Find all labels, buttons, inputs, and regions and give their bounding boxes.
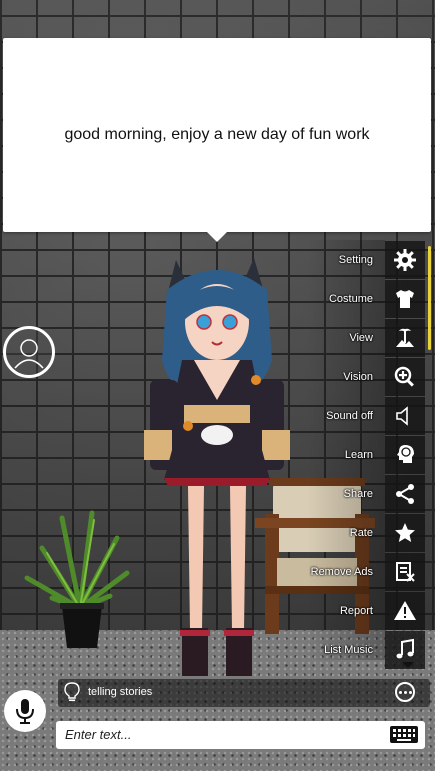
menu-label: Remove Ads <box>310 565 373 578</box>
dot <box>408 690 412 694</box>
menu-item-setting[interactable]: Setting <box>307 240 425 279</box>
menu-item-costume[interactable]: Costume <box>307 279 425 318</box>
menu-scroll-down-icon[interactable] <box>402 662 414 668</box>
menu-label: Sound off <box>326 409 373 422</box>
star-icon <box>385 513 425 552</box>
menu-label: Costume <box>328 292 373 305</box>
menu-label: Report <box>339 604 373 617</box>
menu-label: Vision <box>343 370 373 383</box>
menu-item-sound-off[interactable]: Sound off <box>307 396 425 435</box>
zoom-in-icon <box>385 357 425 396</box>
keyboard-icon[interactable] <box>390 726 418 743</box>
text-input[interactable]: Enter text... <box>56 721 425 749</box>
dot <box>403 690 407 694</box>
microphone-button[interactable] <box>4 690 46 732</box>
shirt-icon <box>385 279 425 318</box>
side-menu: Setting Costume View Vision Sound off Le… <box>307 240 425 669</box>
profile-avatar-button[interactable] <box>3 326 55 378</box>
more-options-button[interactable] <box>395 682 415 702</box>
speech-text: good morning, enjoy a new day of fun wor… <box>64 126 370 143</box>
menu-label: Rate <box>349 526 373 539</box>
share-icon <box>385 474 425 513</box>
menu-label: Share <box>343 487 373 500</box>
menu-item-vision[interactable]: Vision <box>307 357 425 396</box>
microphone-icon <box>16 699 34 724</box>
menu-item-remove-ads[interactable]: Remove Ads <box>307 552 425 591</box>
suggestion-text[interactable]: telling stories <box>88 686 152 698</box>
menu-item-report[interactable]: Report <box>307 591 425 630</box>
menu-label: View <box>349 331 373 344</box>
remove-ads-icon <box>385 552 425 591</box>
menu-scrollbar[interactable] <box>428 246 431 350</box>
brain-head-icon <box>385 435 425 474</box>
warning-icon <box>385 591 425 630</box>
lightbulb-icon <box>64 682 80 702</box>
scenery-icon <box>385 318 425 357</box>
user-icon <box>14 339 44 369</box>
menu-item-share[interactable]: Share <box>307 474 425 513</box>
menu-item-view[interactable]: View <box>307 318 425 357</box>
anime-character <box>144 258 290 676</box>
menu-item-learn[interactable]: Learn <box>307 435 425 474</box>
menu-item-rate[interactable]: Rate <box>307 513 425 552</box>
menu-label: Setting <box>338 253 373 266</box>
gear-icon <box>385 240 425 279</box>
speaker-icon <box>385 396 425 435</box>
menu-label: List Music <box>324 643 373 656</box>
menu-label: Learn <box>344 448 373 461</box>
potted-plant <box>24 510 130 648</box>
speech-bubble: good morning, enjoy a new day of fun wor… <box>3 38 431 242</box>
dot <box>398 690 402 694</box>
